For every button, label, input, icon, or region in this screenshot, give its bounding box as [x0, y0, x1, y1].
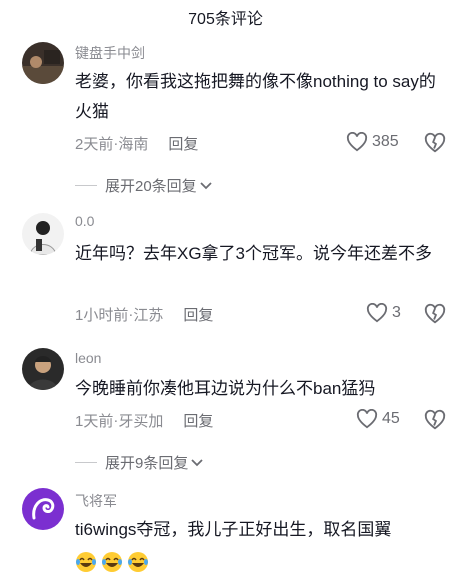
comments-header: 705条评论 [0, 0, 451, 34]
broken-heart-icon[interactable] [424, 303, 446, 325]
comment-text: 近年吗？去年XG拿了3个冠军。说今年还差不多 [75, 244, 433, 263]
comment-username[interactable]: 飞将军 [75, 491, 117, 511]
expand-replies-button[interactable]: 展开9条回复 [75, 452, 203, 473]
avatar[interactable] [22, 42, 64, 84]
reply-button[interactable]: 回复 [168, 133, 198, 154]
comment-time: 1天前 [75, 413, 114, 430]
comment-location: 海南 [118, 136, 149, 153]
heart-outline-icon [346, 132, 368, 152]
like-button[interactable]: 385 [346, 132, 399, 152]
comment-meta: 1天前 · 牙买加 回复 [75, 410, 213, 431]
comment-location: 江苏 [133, 307, 164, 324]
heart-outline-icon [366, 303, 388, 323]
comment-text: 今晚睡前你凑他耳边说为什么不ban猛犸 [75, 379, 376, 398]
chevron-down-icon [191, 458, 203, 466]
laugh-cry-emoji-icon [76, 552, 96, 572]
comment-meta: 2天前 · 海南 回复 [75, 133, 198, 154]
reply-button[interactable]: 回复 [183, 304, 213, 325]
like-count: 3 [392, 304, 401, 321]
comment-username[interactable]: 0.0 [75, 213, 94, 229]
comment-username[interactable]: leon [75, 350, 101, 366]
like-button[interactable]: 45 [356, 409, 400, 429]
expand-replies-label: 展开20条回复 [105, 178, 197, 195]
avatar[interactable] [22, 488, 64, 530]
broken-heart-icon[interactable] [424, 132, 446, 154]
reply-button[interactable]: 回复 [183, 410, 213, 431]
like-count: 385 [372, 133, 399, 150]
emoji-row [75, 551, 149, 573]
laugh-cry-emoji-icon [128, 552, 148, 572]
comment-location: 牙买加 [118, 413, 164, 430]
like-count: 45 [382, 410, 400, 427]
comment-time: 2天前 [75, 136, 114, 153]
comment-text: ti6wings夺冠，我儿子正好出生，取名国翼 [75, 520, 392, 539]
divider-line [75, 185, 97, 186]
expand-replies-label: 展开9条回复 [105, 455, 189, 472]
avatar[interactable] [22, 348, 64, 390]
comments-count-title: 705条评论 [188, 11, 263, 28]
comment-time: 1小时前 [75, 307, 129, 324]
comment-text: 老婆，你看我这拖把舞的像不像nothing to say的火猫 [75, 72, 436, 121]
laugh-cry-emoji-icon [102, 552, 122, 572]
comment-meta: 1小时前 · 江苏 回复 [75, 304, 213, 325]
comment-username[interactable]: 键盘手中剑 [75, 43, 145, 63]
chevron-down-icon [200, 181, 212, 189]
broken-heart-icon[interactable] [424, 409, 446, 431]
divider-line [75, 462, 97, 463]
heart-outline-icon [356, 409, 378, 429]
like-button[interactable]: 3 [366, 303, 401, 323]
expand-replies-button[interactable]: 展开20条回复 [75, 175, 212, 196]
avatar[interactable] [22, 213, 64, 255]
